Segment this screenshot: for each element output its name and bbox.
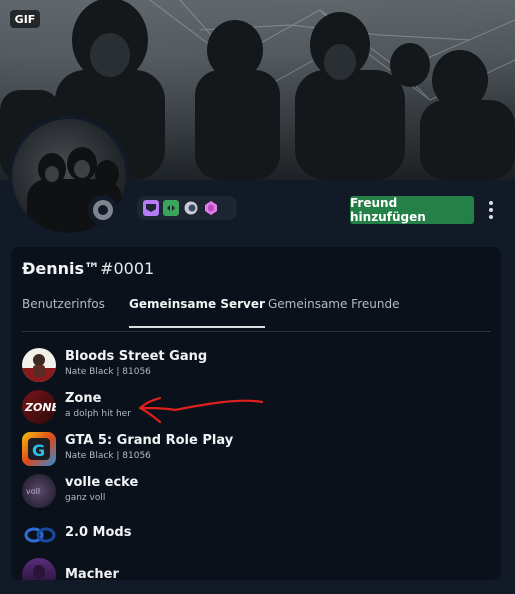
server-nickname: a dolph hit her (65, 409, 131, 419)
tab-mutual-servers[interactable]: Gemeinsame Server (129, 297, 265, 328)
username-tag: Đennis™#0001 (22, 259, 154, 278)
server-row-bloods[interactable]: Bloods Street Gang Nate Black | 81056 (22, 348, 482, 388)
discriminator: #0001 (100, 259, 155, 278)
server-name: Bloods Street Gang (65, 349, 208, 364)
svg-text:voll: voll (26, 487, 40, 496)
profile-card: Đennis™#0001 Benutzerinfos Gemeinsame Se… (11, 247, 501, 580)
zone-server-icon: ZONE (22, 390, 56, 424)
bloods-server-icon (22, 348, 56, 382)
boost-gem-icon[interactable] (203, 200, 219, 216)
status-offline-icon (93, 200, 113, 220)
server-row-zone[interactable]: ZONE Zone a dolph hit her (22, 390, 482, 430)
tab-mutual-friends[interactable]: Gemeinsame Freunde (268, 297, 399, 311)
gta-server-icon: G (22, 432, 56, 466)
server-row-mods[interactable]: 2.0 Mods (22, 516, 482, 556)
badge-list (137, 196, 237, 220)
server-name: Zone (65, 391, 102, 406)
server-nickname: ganz voll (65, 493, 106, 503)
add-friend-button[interactable]: Freund hinzufügen (350, 196, 474, 224)
profile-tabs: Benutzerinfos Gemeinsame Server Gemeinsa… (22, 291, 491, 332)
volle-ecke-server-icon: voll (22, 474, 56, 508)
nitro-icon[interactable] (143, 200, 159, 216)
svg-text:G: G (32, 441, 45, 460)
server-name: Macher (65, 567, 119, 580)
svg-text:ZONE: ZONE (24, 401, 56, 414)
gif-badge: GIF (10, 10, 40, 28)
server-name: volle ecke (65, 475, 139, 490)
server-name: 2.0 Mods (65, 525, 132, 540)
server-row-macher[interactable]: Macher (22, 558, 482, 580)
macher-server-icon (22, 558, 56, 580)
server-nickname: Nate Black | 81056 (65, 367, 151, 377)
server-row-volle-ecke[interactable]: voll volle ecke ganz voll (22, 474, 482, 514)
mods-server-icon (22, 516, 56, 550)
server-row-gta[interactable]: G GTA 5: Grand Role Play Nate Black | 81… (22, 432, 482, 472)
tab-user-info[interactable]: Benutzerinfos (22, 297, 105, 311)
more-options-icon[interactable] (482, 198, 500, 222)
boost-icon[interactable] (183, 200, 199, 216)
server-nickname: Nate Black | 81056 (65, 451, 151, 461)
username: Đennis™ (22, 259, 101, 278)
server-name: GTA 5: Grand Role Play (65, 433, 234, 448)
hypesquad-icon[interactable] (163, 200, 179, 216)
